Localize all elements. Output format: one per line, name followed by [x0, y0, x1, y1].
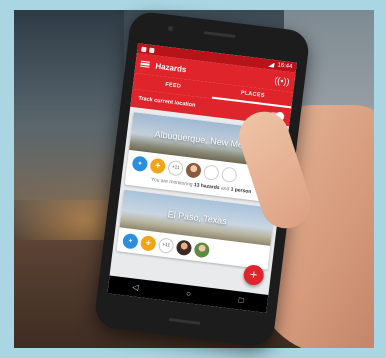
bottom-speaker: [168, 317, 201, 325]
recent-apps-icon[interactable]: □: [238, 295, 244, 305]
wireless-broadcast-icon[interactable]: ((•)): [274, 75, 290, 87]
place-name: El Paso, Texas: [167, 209, 228, 227]
signal-icon: [268, 62, 275, 68]
home-icon[interactable]: ○: [186, 289, 192, 299]
status-time: 16:44: [277, 62, 293, 71]
hazard-chip-orange[interactable]: ✚: [139, 234, 157, 252]
empty-chip[interactable]: [220, 165, 238, 183]
earpiece-speaker: [203, 31, 236, 39]
hazard-chip-blue[interactable]: ✦: [122, 232, 139, 250]
hazard-chip-orange[interactable]: ✚: [149, 157, 167, 174]
person-avatar[interactable]: [193, 241, 211, 258]
notification-icon: [141, 46, 147, 52]
person-avatar[interactable]: [185, 161, 202, 179]
background-window-left: [14, 10, 124, 200]
person-avatar[interactable]: [175, 238, 193, 256]
hazard-chip-blue[interactable]: ✦: [131, 154, 149, 172]
more-hazards-chip[interactable]: +11: [167, 159, 185, 177]
empty-chip[interactable]: [203, 163, 220, 181]
back-icon[interactable]: ◁: [132, 282, 139, 292]
hamburger-menu-icon[interactable]: [140, 60, 150, 69]
notification-icon: [149, 47, 155, 53]
more-hazards-chip[interactable]: +11: [157, 236, 175, 254]
image-frame: 16:44 Hazards ((•)) FEED PLACES Track cu…: [0, 0, 386, 358]
place-card-el-paso[interactable]: El Paso, Texas ✦ ✚ +11: [116, 189, 275, 270]
front-camera: [167, 25, 174, 32]
android-nav-bar: ◁ ○ □: [107, 275, 269, 313]
